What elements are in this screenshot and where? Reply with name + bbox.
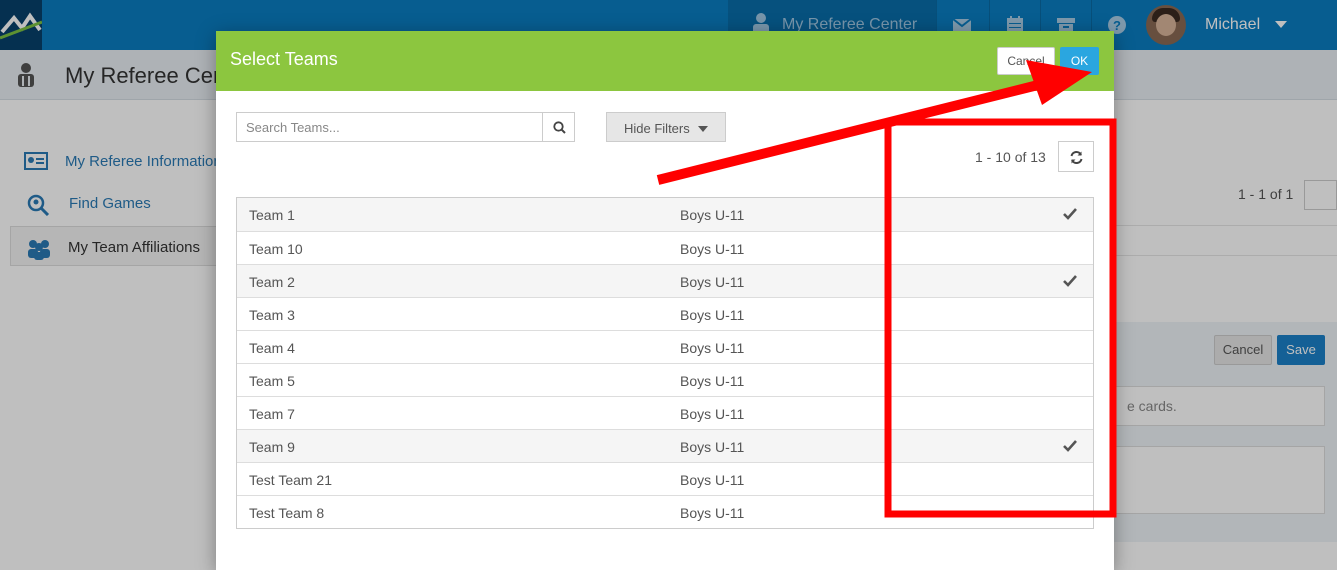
- team-division: Boys U-11: [680, 340, 745, 356]
- table-row[interactable]: Team 4 Boys U-11: [237, 330, 1093, 363]
- team-name: Test Team 8: [249, 505, 325, 521]
- team-name: Team 3: [249, 307, 295, 323]
- team-division: Boys U-11: [680, 274, 745, 290]
- refresh-button[interactable]: [1058, 141, 1094, 172]
- table-row[interactable]: Team 7 Boys U-11: [237, 396, 1093, 429]
- team-division: Boys U-11: [680, 439, 745, 455]
- search-button[interactable]: [542, 112, 575, 142]
- table-row[interactable]: Team 5 Boys U-11: [237, 363, 1093, 396]
- cancel-button[interactable]: Cancel: [997, 47, 1055, 75]
- team-name: Team 9: [249, 439, 295, 455]
- team-division: Boys U-11: [680, 373, 745, 389]
- team-name: Team 7: [249, 406, 295, 422]
- team-name: Team 5: [249, 373, 295, 389]
- table-row[interactable]: Test Team 8 Boys U-11: [237, 495, 1093, 528]
- search-group: [236, 112, 575, 142]
- table-row[interactable]: Team 3 Boys U-11: [237, 297, 1093, 330]
- hide-filters-label: Hide Filters: [624, 121, 690, 136]
- search-input[interactable]: [236, 112, 543, 142]
- modal-title: Select Teams: [230, 49, 338, 69]
- search-icon: [553, 121, 566, 134]
- teams-table: Team 1 Boys U-11 Team 10 Boys U-11 Team 2 Boy…: [236, 197, 1094, 529]
- team-name: Team 10: [249, 241, 303, 257]
- checkmark-icon: [1063, 208, 1077, 220]
- caret-down-icon: [698, 126, 708, 132]
- team-name: Team 1: [249, 207, 295, 223]
- checkmark-icon: [1063, 440, 1077, 452]
- team-name: Team 4: [249, 340, 295, 356]
- team-division: Boys U-11: [680, 307, 745, 323]
- pager-count: 1 - 10 of 13: [975, 149, 1046, 165]
- table-row[interactable]: Team 9 Boys U-11: [237, 429, 1093, 462]
- table-row[interactable]: Team 1 Boys U-11: [237, 198, 1093, 231]
- team-name: Team 2: [249, 274, 295, 290]
- table-row[interactable]: Team 2 Boys U-11: [237, 264, 1093, 297]
- table-row[interactable]: Test Team 21 Boys U-11: [237, 462, 1093, 495]
- team-division: Boys U-11: [680, 505, 745, 521]
- checkmark-icon: [1063, 275, 1077, 287]
- team-division: Boys U-11: [680, 406, 745, 422]
- team-division: Boys U-11: [680, 472, 745, 488]
- hide-filters-button[interactable]: Hide Filters: [606, 112, 726, 142]
- team-name: Test Team 21: [249, 472, 333, 488]
- table-row[interactable]: Team 10 Boys U-11: [237, 231, 1093, 264]
- team-division: Boys U-11: [680, 207, 745, 223]
- ok-button[interactable]: OK: [1060, 47, 1099, 75]
- team-division: Boys U-11: [680, 241, 745, 257]
- select-teams-modal: Select Teams Cancel OK Hide Filters 1 - …: [216, 31, 1114, 570]
- modal-header: Select Teams Cancel OK: [216, 31, 1114, 91]
- refresh-icon: [1070, 150, 1083, 165]
